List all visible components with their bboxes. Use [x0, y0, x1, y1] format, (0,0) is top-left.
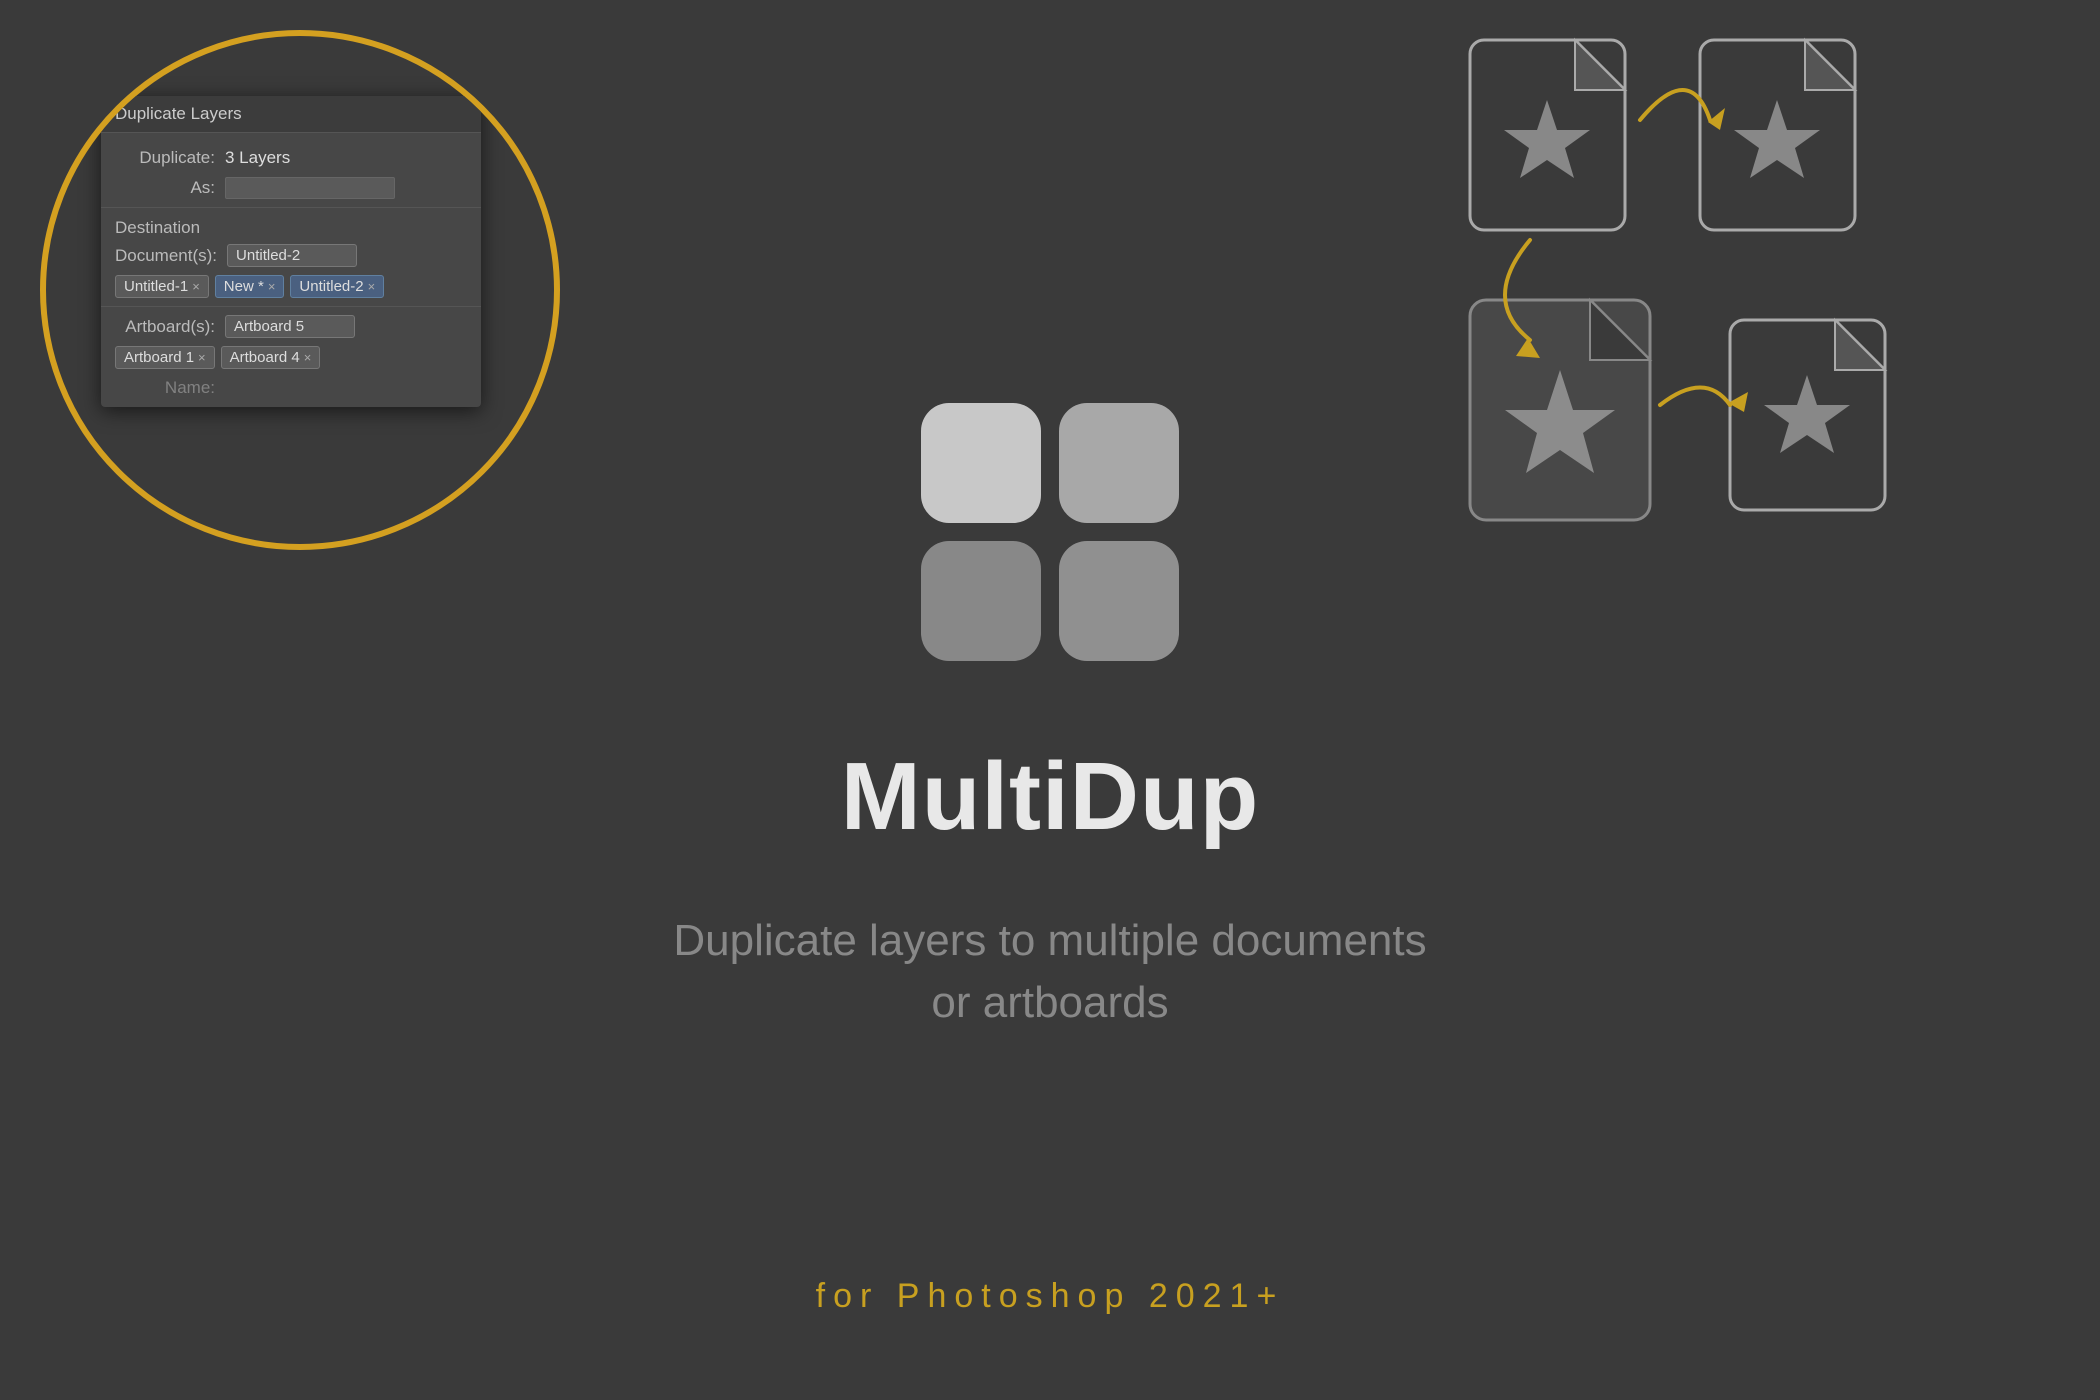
duplicate-label: Duplicate: — [115, 148, 225, 168]
chip-untitled1[interactable]: Untitled-1 × — [115, 275, 209, 298]
name-label: Name: — [115, 378, 225, 398]
arrow-1 — [1640, 90, 1725, 130]
photoshop-label: for Photoshop 2021+ — [816, 1277, 1285, 1316]
as-label: As: — [115, 178, 225, 198]
as-row: As: — [101, 173, 481, 203]
chip-artboard1[interactable]: Artboard 1 × — [115, 346, 215, 369]
chip-artboard1-close[interactable]: × — [198, 350, 206, 365]
chip-untitled2-close[interactable]: × — [368, 279, 376, 294]
as-input[interactable] — [225, 177, 395, 199]
icon-tile-br — [1059, 541, 1179, 661]
icon-tile-bl — [921, 541, 1041, 661]
dialog-body: Duplicate: 3 Layers As: Destination Docu… — [101, 133, 481, 407]
name-row: Name: — [101, 373, 481, 403]
arrow-3 — [1660, 388, 1748, 413]
document-chips-row: Untitled-1 × New * × Untitled-2 × — [101, 271, 481, 302]
illustration — [1440, 20, 2040, 620]
artboards-select[interactable]: Artboard 5 — [225, 315, 355, 338]
dialog-window: Duplicate Layers Duplicate: 3 Layers As:… — [101, 96, 481, 407]
divider-1 — [101, 207, 481, 208]
chip-new-close[interactable]: × — [268, 279, 276, 294]
artboards-row: Artboard(s): Artboard 5 — [101, 311, 481, 342]
doc1 — [1470, 40, 1625, 230]
chip-untitled2[interactable]: Untitled-2 × — [290, 275, 384, 298]
chip-untitled1-close[interactable]: × — [192, 279, 200, 294]
doc4 — [1730, 320, 1885, 510]
app-subtitle: Duplicate layers to multiple documents o… — [673, 910, 1426, 1033]
dialog-circle: Duplicate Layers Duplicate: 3 Layers As:… — [40, 30, 560, 550]
artboards-label: Artboard(s): — [115, 317, 225, 337]
app-icon-grid — [921, 403, 1179, 661]
dialog-title: Duplicate Layers — [115, 104, 242, 123]
duplicate-value: 3 Layers — [225, 148, 290, 168]
doc3 — [1470, 300, 1650, 520]
artboard-chips-row: Artboard 1 × Artboard 4 × — [101, 342, 481, 373]
destination-heading: Destination — [101, 212, 481, 240]
duplicate-row: Duplicate: 3 Layers — [101, 143, 481, 173]
documents-select[interactable]: Untitled-2 — [227, 244, 357, 267]
divider-2 — [101, 306, 481, 307]
icon-tile-tl — [921, 403, 1041, 523]
chip-new[interactable]: New * × — [215, 275, 285, 298]
icon-tile-tr — [1059, 403, 1179, 523]
dialog-titlebar: Duplicate Layers — [101, 96, 481, 133]
documents-row: Document(s): Untitled-2 — [101, 240, 481, 271]
documents-label: Document(s): — [115, 246, 227, 266]
doc2 — [1700, 40, 1855, 230]
chip-artboard4-close[interactable]: × — [304, 350, 312, 365]
chip-artboard4[interactable]: Artboard 4 × — [221, 346, 321, 369]
app-title: MultiDup — [841, 742, 1260, 852]
